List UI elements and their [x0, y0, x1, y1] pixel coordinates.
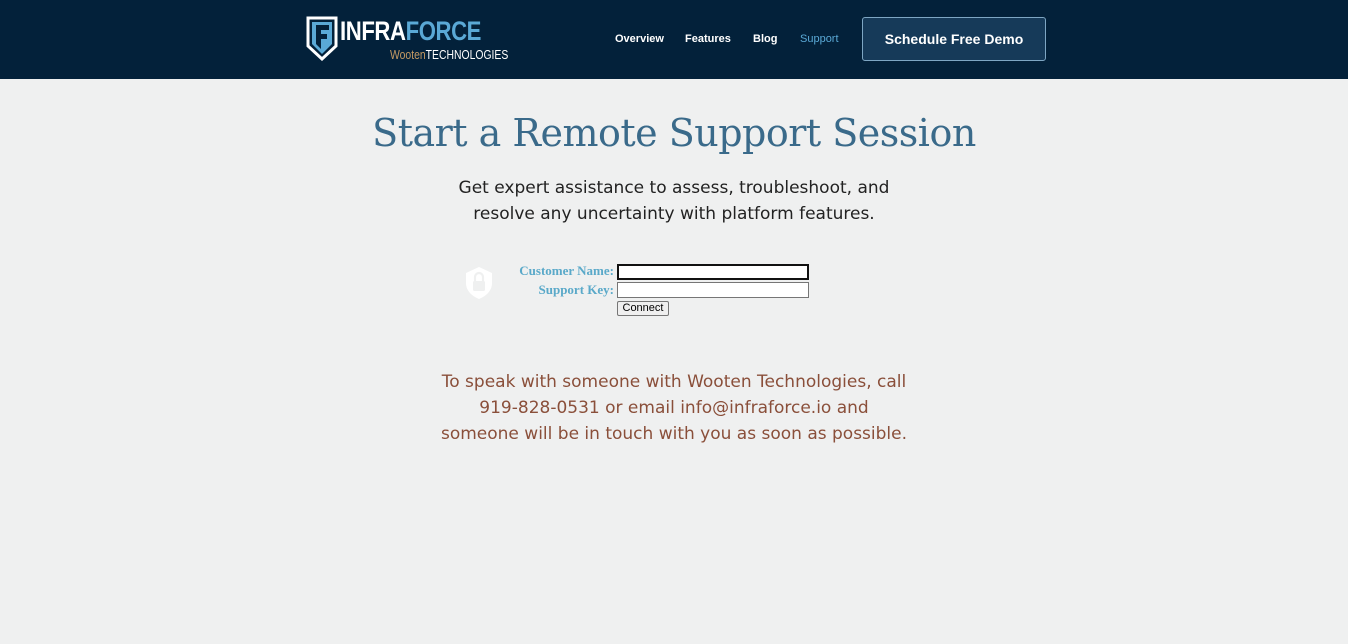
nav-item-support[interactable]: Support [800, 32, 839, 46]
logo-wordmark: INFRAFORCE [340, 15, 481, 47]
connect-button[interactable]: Connect [617, 301, 669, 316]
nav-item-features[interactable]: Features [685, 32, 731, 46]
page-subtitle: Get expert assistance to assess, trouble… [374, 175, 974, 227]
schedule-demo-button[interactable]: Schedule Free Demo [862, 17, 1046, 61]
logo-sub-wooten: Wooten [390, 47, 426, 62]
logo-subtitle: WootenTECHNOLOGIES [390, 47, 508, 62]
logo-word-infra: INFRA [340, 16, 406, 46]
site-header: INFRAFORCE WootenTECHNOLOGIES Overview F… [0, 0, 1348, 79]
subtitle-line-2: resolve any uncertainty with platform fe… [473, 204, 875, 224]
logo-word-force: FORCE [405, 16, 482, 46]
contact-info: To speak with someone with Wooten Techno… [404, 369, 944, 447]
customer-name-label: Customer Name: [519, 263, 614, 278]
page-title: Start a Remote Support Session [372, 111, 976, 155]
contact-line-1: To speak with someone with Wooten Techno… [441, 372, 907, 392]
contact-line-2: 919-828-0531 or email info@infraforce.io… [479, 398, 869, 418]
support-key-label: Support Key: [538, 282, 614, 297]
subtitle-line-1: Get expert assistance to assess, trouble… [458, 178, 890, 198]
support-key-input[interactable] [617, 282, 809, 298]
nav-item-blog[interactable]: Blog [753, 32, 777, 46]
nav-item-overview[interactable]: Overview [615, 32, 664, 46]
customer-name-input[interactable] [617, 264, 809, 280]
logo-sub-technologies: TECHNOLOGIES [425, 47, 509, 62]
infraforce-logo[interactable]: INFRAFORCE WootenTECHNOLOGIES [306, 15, 508, 62]
shield-logo-icon [306, 16, 338, 61]
contact-line-3: someone will be in touch with you as soo… [440, 424, 908, 444]
